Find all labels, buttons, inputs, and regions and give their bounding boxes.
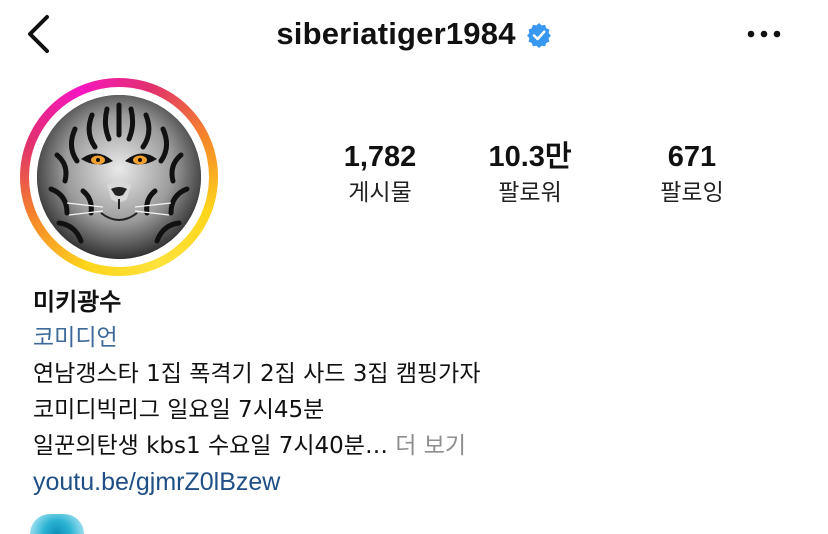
profile-header: siberiatiger1984 <box>0 0 828 72</box>
avatar <box>37 95 201 259</box>
see-more-link[interactable]: 더 보기 <box>395 433 466 459</box>
header-title: siberiatiger1984 <box>0 14 828 54</box>
followers-count[interactable]: 10.3만 팔로워 <box>450 138 610 210</box>
tiger-avatar-image <box>37 95 201 259</box>
bio-line-text: 일꾼의탄생 kbs1 수요일 7시40분… <box>33 433 388 459</box>
following-count-label: 팔로잉 <box>660 180 724 206</box>
posts-count[interactable]: 1,782 게시물 <box>300 138 460 210</box>
profile-bio: 미키광수 코미디언 연남갱스타 1집 폭격기 2집 사드 3집 캠핑가자 코미디… <box>33 284 793 500</box>
more-options-button[interactable] <box>742 20 786 48</box>
username-title: siberiatiger1984 <box>276 16 516 51</box>
profile-category: 코미디언 <box>33 325 118 351</box>
profile-stats: 1,782 게시물 10.3만 팔로워 671 팔로잉 <box>300 138 780 218</box>
profile-display-name: 미키광수 <box>33 288 122 316</box>
verified-badge-icon <box>526 23 551 48</box>
following-count-value: 671 <box>667 141 717 173</box>
story-highlight-thumbnail[interactable] <box>30 514 84 534</box>
followers-count-value: 10.3만 <box>488 141 572 173</box>
followers-count-label: 팔로워 <box>498 180 562 206</box>
bio-line: 코미디빅리그 일요일 7시45분 <box>33 397 325 423</box>
bio-line: 연남갱스타 1집 폭격기 2집 사드 3집 캠핑가자 <box>33 361 481 387</box>
bio-external-link[interactable]: youtu.be/gjmrZ0lBzew <box>33 464 793 500</box>
profile-avatar-story-ring[interactable] <box>20 78 218 276</box>
bio-line-truncated: 일꾼의탄생 kbs1 수요일 7시40분… 더 보기 <box>33 428 793 464</box>
following-count[interactable]: 671 팔로잉 <box>612 138 772 210</box>
posts-count-value: 1,782 <box>343 141 417 173</box>
more-horizontal-icon <box>747 30 781 38</box>
posts-count-label: 게시물 <box>348 180 412 206</box>
